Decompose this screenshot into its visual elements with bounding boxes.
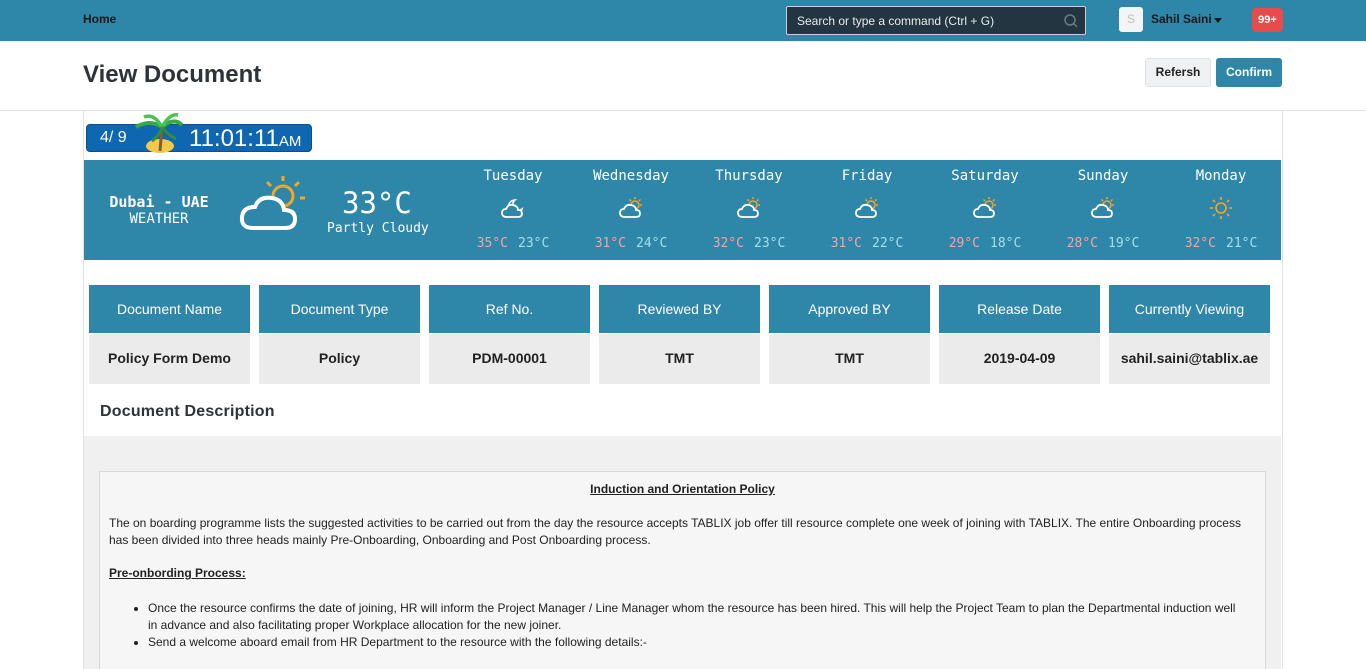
day-temps: 31°C 24°C <box>572 236 690 251</box>
day-low: 23°C <box>518 236 550 251</box>
clock-time-value: 11:01:11 <box>189 125 279 152</box>
clock-date: 4/ 9 <box>100 129 127 146</box>
document-heading: Induction and Orientation Policy <box>590 482 775 496</box>
day-high: 31°C <box>830 236 862 251</box>
day-temps: 32°C 23°C <box>690 236 808 251</box>
info-value: 2019-04-09 <box>939 334 1100 384</box>
search-icon[interactable] <box>1063 13 1079 29</box>
day-high: 32°C <box>1184 236 1216 251</box>
info-value: sahil.saini@tablix.ae <box>1109 334 1270 384</box>
info-value: Policy Form Demo <box>89 334 250 384</box>
day-name: Saturday <box>951 168 1019 184</box>
weather-city: Dubai - UAE <box>109 193 209 211</box>
forecast-day: Monday 32°C 21°C <box>1162 160 1280 260</box>
forecast-day: Wednesday 31°C 24°C <box>572 160 690 260</box>
info-approved-by: Approved BY TMT <box>769 285 930 384</box>
day-temps: 29°C 18°C <box>926 236 1044 251</box>
day-low: 24°C <box>636 236 668 251</box>
partly-cloudy-icon <box>239 176 305 230</box>
info-ref-no: Ref No. PDM-00001 <box>429 285 590 384</box>
clock-ampm: AM <box>278 133 302 150</box>
refresh-button[interactable]: Refersh <box>1145 58 1211 87</box>
day-high: 31°C <box>594 236 626 251</box>
clock-time: 11:01:11AM <box>189 125 301 153</box>
day-low: 22°C <box>872 236 904 251</box>
partly-cloudy-icon <box>855 197 878 218</box>
document-paragraph: The on boarding programme lists the sugg… <box>109 516 1241 547</box>
day-name: Thursday <box>715 168 783 184</box>
forecast-day: Saturday 29°C 18°C <box>926 160 1044 260</box>
forecast-day: Thursday 32°C 23°C <box>690 160 808 260</box>
forecast-day: Tuesday 35°C 23°C <box>454 160 572 260</box>
avatar[interactable]: S <box>1119 7 1143 32</box>
day-name: Wednesday <box>593 168 669 184</box>
day-temps: 28°C 19°C <box>1044 236 1162 251</box>
sun-icon <box>1210 197 1232 219</box>
document-subheading: Pre-onbording Process: <box>109 566 246 580</box>
current-temperature: 33°C <box>342 186 412 220</box>
forecast-day: Sunday 28°C 19°C <box>1044 160 1162 260</box>
info-value: Policy <box>259 334 420 384</box>
day-name: Monday <box>1195 168 1247 184</box>
current-condition: Partly Cloudy <box>327 221 429 236</box>
day-low: 21°C <box>1226 236 1258 251</box>
info-label: Currently Viewing <box>1109 285 1270 333</box>
info-currently-viewing: Currently Viewing sahil.saini@tablix.ae <box>1109 285 1270 384</box>
list-item: Send a welcome aboard email from HR Depa… <box>148 634 1248 651</box>
chevron-down-icon[interactable] <box>1214 18 1222 23</box>
info-label: Reviewed BY <box>599 285 760 333</box>
info-label: Release Date <box>939 285 1100 333</box>
weather-label: WEATHER <box>129 211 189 227</box>
info-value: TMT <box>769 334 930 384</box>
cloudy-moon-icon <box>501 199 524 218</box>
info-document-type: Document Type Policy <box>259 285 420 384</box>
day-high: 35°C <box>476 236 508 251</box>
info-label: Approved BY <box>769 285 930 333</box>
info-label: Document Name <box>89 285 250 333</box>
partly-cloudy-icon <box>1091 197 1114 218</box>
day-low: 18°C <box>990 236 1022 251</box>
info-label: Document Type <box>259 285 420 333</box>
clock-widget: 4/ 9 11:01:11AM <box>86 124 312 152</box>
partly-cloudy-icon <box>737 197 760 218</box>
user-menu[interactable]: Sahil Saini <box>1151 12 1212 26</box>
top-navbar: Home Search or type a command (Ctrl + G)… <box>0 0 1366 41</box>
day-high: 32°C <box>712 236 744 251</box>
info-value: PDM-00001 <box>429 334 590 384</box>
day-name: Friday <box>841 168 893 184</box>
forecast-day: Friday 31°C 22°C <box>808 160 926 260</box>
day-name: Tuesday <box>483 168 543 184</box>
info-reviewed-by: Reviewed BY TMT <box>599 285 760 384</box>
day-high: 28°C <box>1066 236 1098 251</box>
weather-widget: Dubai - UAE WEATHER 33°C Partly Cloudy T… <box>84 160 1281 260</box>
description-title: Document Description <box>100 403 275 420</box>
palm-tree-icon <box>135 113 184 153</box>
info-release-date: Release Date 2019-04-09 <box>939 285 1100 384</box>
info-value: TMT <box>599 334 760 384</box>
document-bullet-list: Once the resource confirms the date of j… <box>148 600 1248 651</box>
search-placeholder: Search or type a command (Ctrl + G) <box>797 14 995 28</box>
info-document-name: Document Name Policy Form Demo <box>89 285 250 384</box>
info-label: Ref No. <box>429 285 590 333</box>
notification-badge[interactable]: 99+ <box>1252 8 1283 32</box>
page-title: View Document <box>83 61 262 88</box>
day-temps: 35°C 23°C <box>454 236 572 251</box>
partly-cloudy-icon <box>619 197 642 218</box>
list-item: Once the resource confirms the date of j… <box>148 600 1248 634</box>
day-name: Sunday <box>1077 168 1129 184</box>
confirm-button[interactable]: Confirm <box>1216 58 1282 87</box>
day-temps: 31°C 22°C <box>808 236 926 251</box>
day-high: 29°C <box>948 236 980 251</box>
day-low: 19°C <box>1108 236 1140 251</box>
search-input[interactable]: Search or type a command (Ctrl + G) <box>786 6 1086 35</box>
document-content: Induction and Orientation Policy The on … <box>99 471 1266 669</box>
day-low: 23°C <box>754 236 786 251</box>
partly-cloudy-icon <box>973 197 996 218</box>
home-link[interactable]: Home <box>83 12 116 26</box>
day-temps: 32°C 21°C <box>1162 236 1280 251</box>
